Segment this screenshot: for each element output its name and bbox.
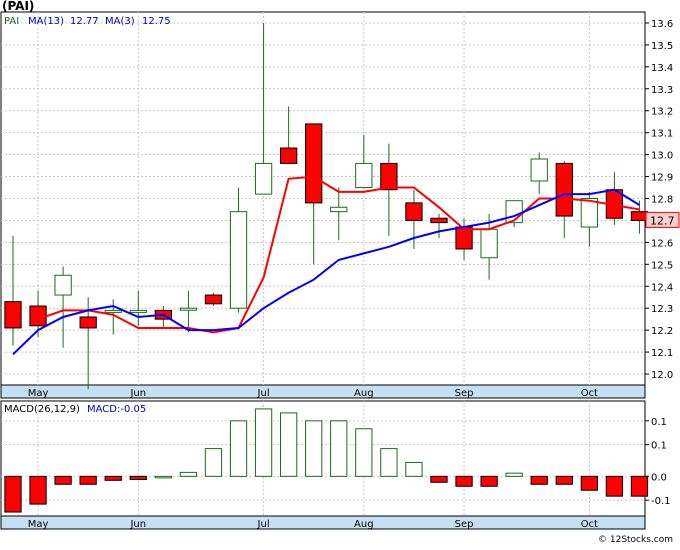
price-y-tick-label: 12.4 [651, 282, 673, 293]
price-y-tick-label: 13.0 [651, 151, 673, 162]
x-tick-label-macd: Aug [354, 519, 374, 530]
macd-y-axis: 0.1 0.1 0.0 -0.1 [645, 417, 671, 507]
x-axis-band-price [0, 384, 646, 399]
macd-bar-negative [530, 475, 548, 485]
copyright: © 12Stocks.com [598, 535, 673, 545]
x-tick-label-price: Jun [129, 388, 146, 399]
chart-canvas: 13.6 13.5 13.4 13.3 13.2 13.1 13.0 12.9 12.8 12.7… [0, 0, 680, 545]
price-y-tick-label: 12.6 [651, 238, 673, 249]
price-legend-ma3-value: 12.75 [142, 16, 171, 27]
x-tick-label-macd: May [28, 519, 49, 530]
candle-down [29, 305, 47, 327]
price-y-tick-label: 13.6 [651, 19, 673, 30]
macd-bar-positive [254, 408, 273, 477]
macd-bar-negative [580, 475, 598, 491]
macd-bar-positive [505, 472, 523, 477]
macd-bar-negative [630, 475, 649, 497]
macd-bar-negative [455, 475, 473, 487]
macd-bar-positive [179, 471, 198, 477]
candle-up [580, 198, 598, 228]
macd-bar-negative [104, 475, 122, 481]
macd-legend-label: MACD(26,12,9) [4, 404, 80, 415]
price-y-tick-label: 12.1 [651, 348, 673, 359]
macd-bar-negative [129, 475, 147, 481]
candle-down [555, 162, 573, 217]
x-tick-label-price: Jul [257, 388, 270, 399]
macd-bar-negative [54, 475, 72, 485]
macd-bar-negative [29, 475, 47, 505]
macd-bar-positive [330, 420, 348, 477]
price-y-tick-label: 12.5 [651, 260, 673, 271]
candle-down [305, 123, 323, 204]
macd-y-tick-label: 0.1 [651, 441, 667, 452]
price-legend-ma3-label: MA(3) [105, 16, 135, 27]
price-y-tick-label: 13.3 [651, 85, 673, 96]
macd-bar-positive [279, 412, 298, 477]
x-tick-label-macd: Jul [257, 519, 270, 530]
last-price-label: 12.7 [650, 214, 675, 227]
candle-up [355, 162, 373, 189]
macd-y-tick-label: 0.0 [651, 472, 667, 483]
macd-legend-value: MACD:-0.05 [87, 404, 146, 415]
price-y-tick-label: 13.4 [651, 63, 673, 74]
macd-bar-positive [305, 420, 323, 477]
price-legend-ma13-label: MA(13) [28, 16, 64, 27]
x-tick-label-price: May [28, 388, 49, 399]
stock-chart: 13.6 13.5 13.4 13.3 13.2 13.1 13.0 12.9 12.8 12.7… [0, 0, 680, 546]
candle-up [229, 211, 248, 309]
macd-y-tick-label: -0.1 [651, 496, 671, 507]
macd-y-tick-label: 0.1 [651, 417, 667, 428]
price-legend-symbol: PAI [4, 16, 19, 27]
macd-panel [0, 400, 646, 530]
macd-bar-positive [229, 420, 248, 477]
x-tick-label-macd: Oct [581, 519, 598, 530]
price-y-tick-label: 12.2 [651, 326, 673, 337]
ticker-title: (PAI) [2, 0, 34, 13]
macd-bar-positive [355, 428, 373, 477]
candle-up [330, 206, 348, 213]
candle-down [430, 217, 448, 224]
macd-bar-negative [4, 475, 22, 513]
price-y-tick-label: 13.1 [651, 129, 673, 140]
price-panel [0, 11, 646, 399]
candle-down [380, 162, 398, 191]
candle-up [54, 274, 72, 296]
candle-down [4, 301, 22, 329]
candle-up [254, 162, 273, 195]
candle-down [405, 202, 423, 221]
x-tick-label-price: Sep [455, 388, 474, 399]
candle-up [480, 228, 498, 259]
candle-down [204, 294, 223, 305]
price-y-tick-label: 13.2 [651, 107, 673, 118]
price-y-tick-label: 12.8 [651, 195, 673, 206]
candle-down [630, 211, 649, 221]
macd-bar-positive [380, 448, 398, 477]
macd-bar-negative [480, 475, 498, 487]
candle-up [179, 307, 198, 311]
candle-down [455, 226, 473, 250]
price-y-tick-label: 12.9 [651, 173, 673, 184]
price-y-tick-label: 12.3 [651, 304, 673, 315]
price-y-tick-label: 12.0 [651, 370, 673, 381]
candle-up [129, 309, 147, 313]
price-y-axis: 13.6 13.5 13.4 13.3 13.2 13.1 13.0 12.9 12.8 12.7… [645, 19, 673, 381]
candle-down [279, 147, 298, 164]
macd-bar-negative [605, 475, 624, 497]
x-tick-label-macd: Sep [455, 519, 474, 530]
macd-bar-positive [405, 461, 423, 477]
macd-bar-negative [430, 475, 448, 483]
price-legend-ma13-value: 12.77 [70, 16, 99, 27]
candle-down [79, 316, 97, 329]
x-tick-label-price: Oct [581, 388, 598, 399]
x-tick-label-price: Aug [354, 388, 374, 399]
macd-bar-negative [79, 475, 97, 485]
x-axis-band-macd [0, 515, 646, 530]
macd-bar-positive [154, 475, 172, 479]
candle-up [104, 309, 122, 313]
candle-up [530, 158, 548, 182]
price-y-tick-label: 13.5 [651, 41, 673, 52]
macd-bar-positive [204, 448, 223, 477]
x-tick-label-macd: Jun [129, 519, 146, 530]
macd-bar-negative [555, 475, 573, 485]
